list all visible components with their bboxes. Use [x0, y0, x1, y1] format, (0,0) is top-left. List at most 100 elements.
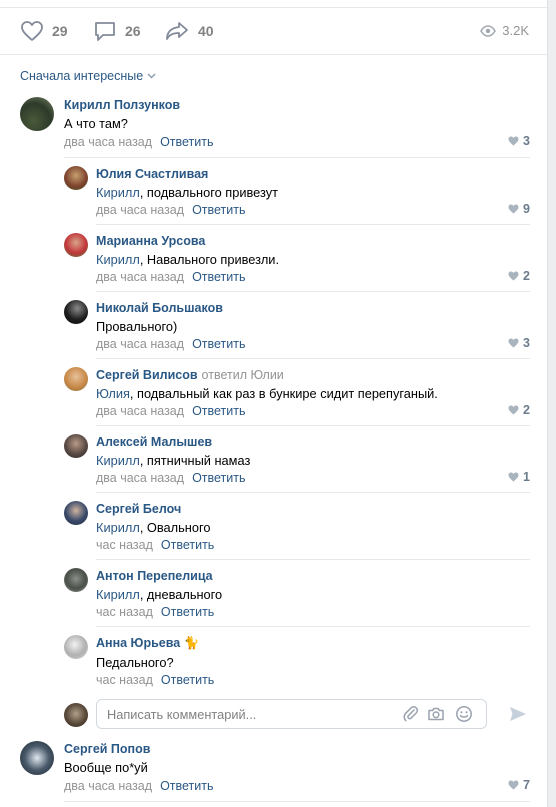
divider: [96, 425, 530, 426]
reply-button[interactable]: Ответить: [161, 605, 214, 619]
sort-label: Сначала интересные: [20, 69, 144, 83]
comment-time[interactable]: час назад: [96, 538, 153, 552]
comment-text: Кирилл, Овального: [96, 520, 211, 535]
comment-like-count: 1: [523, 470, 530, 484]
comment-meta: час назад Ответить: [96, 605, 214, 619]
comment-text: Кирилл, дневального: [96, 587, 223, 602]
comment-time[interactable]: час назад: [96, 605, 153, 619]
avatar[interactable]: [64, 501, 88, 525]
reply-button[interactable]: Ответить: [192, 337, 245, 351]
comment-like-count: 2: [523, 269, 530, 283]
comment-meta: два часа назад Ответить: [96, 337, 246, 351]
avatar[interactable]: [64, 300, 88, 324]
avatar[interactable]: [20, 97, 54, 131]
avatar[interactable]: [64, 635, 88, 659]
comment-author[interactable]: Юлия Счастливая: [96, 167, 208, 181]
comment-text: Вообще по*уй: [64, 760, 148, 775]
comment-meta: час назад Ответить: [96, 538, 214, 552]
comment-like-button[interactable]: 2: [508, 403, 530, 417]
comment-time[interactable]: два часа назад: [64, 135, 152, 149]
comment-text: А что там?: [64, 116, 128, 131]
share-icon: [166, 22, 188, 40]
reply-button[interactable]: Ответить: [192, 270, 245, 284]
reply-to-label[interactable]: ответил Юлии: [202, 368, 284, 382]
comment-like-button[interactable]: 1: [508, 470, 530, 484]
reply-button[interactable]: Ответить: [192, 471, 245, 485]
divider: [96, 626, 530, 627]
comment-like-button[interactable]: 3: [508, 134, 530, 148]
divider: [96, 224, 530, 225]
comment-like-count: 2: [523, 403, 530, 417]
sort-dropdown[interactable]: Сначала интересные: [20, 69, 156, 83]
camera-icon[interactable]: [427, 705, 445, 723]
comment-author[interactable]: Сергей Попов: [64, 742, 150, 756]
avatar[interactable]: [64, 434, 88, 458]
reply-button[interactable]: Ответить: [160, 779, 213, 793]
comment-author[interactable]: Антон Перепелица: [96, 569, 213, 583]
heart-icon: [21, 21, 43, 41]
comment-author[interactable]: Сергей Белоч: [96, 502, 181, 516]
comment-like-count: 7: [523, 778, 530, 792]
comment-time[interactable]: два часа назад: [96, 203, 184, 217]
reply-addressee[interactable]: Кирилл: [96, 453, 140, 468]
comment-meta: час назад Ответить: [96, 673, 214, 687]
comment-time[interactable]: два часа назад: [96, 337, 184, 351]
reply-button[interactable]: Ответить: [161, 673, 214, 687]
comment-meta: два часа назад Ответить: [96, 404, 246, 418]
comment-like-button[interactable]: 9: [508, 202, 530, 216]
comment-composer: Написать комментарий...: [64, 699, 530, 729]
avatar[interactable]: [64, 568, 88, 592]
comment-time[interactable]: два часа назад: [96, 404, 184, 418]
heart-icon: [508, 204, 519, 214]
comment-author[interactable]: Алексей Малышев: [96, 435, 212, 449]
reply-addressee[interactable]: Кирилл: [96, 185, 140, 200]
like-button[interactable]: 29: [20, 20, 68, 42]
comment-like-button[interactable]: 2: [508, 269, 530, 283]
emoji-smile-icon[interactable]: [455, 705, 473, 723]
avatar[interactable]: [20, 741, 54, 775]
comment-like-count: 9: [523, 202, 530, 216]
comment-input[interactable]: Написать комментарий...: [96, 699, 487, 729]
comment-like-button[interactable]: 7: [508, 778, 530, 792]
comment-like-count: 3: [523, 134, 530, 148]
reply-addressee[interactable]: Кирилл: [96, 520, 140, 535]
reply-button[interactable]: Ответить: [192, 203, 245, 217]
comment-author[interactable]: Марианна Урсова: [96, 234, 205, 248]
send-icon[interactable]: [508, 704, 528, 724]
comment-author[interactable]: Анна Юрьева 🐈: [96, 636, 199, 651]
comment-count: 26: [125, 23, 141, 39]
heart-icon: [508, 338, 519, 348]
comment-time[interactable]: два часа назад: [64, 779, 152, 793]
heart-icon: [508, 472, 519, 482]
comment-author[interactable]: Кирилл Ползунков: [64, 98, 180, 112]
comment-author[interactable]: Сергей Вилисов ответил Юлии: [96, 368, 284, 382]
reply-addressee[interactable]: Кирилл: [96, 252, 140, 267]
divider: [96, 559, 530, 560]
paperclip-icon[interactable]: [402, 705, 420, 723]
cat-emoji-icon: 🐈: [183, 636, 200, 650]
comment-like-button[interactable]: 3: [508, 336, 530, 350]
comment-time[interactable]: час назад: [96, 673, 153, 687]
reply-button[interactable]: Ответить: [161, 538, 214, 552]
comment-author[interactable]: Николай Большаков: [96, 301, 223, 315]
reply-addressee[interactable]: Юлия: [96, 386, 130, 401]
comment-meta: два часа назад Ответить: [96, 203, 246, 217]
reply-button[interactable]: Ответить: [192, 404, 245, 418]
comment-time[interactable]: два часа назад: [96, 471, 184, 485]
eye-icon: [480, 24, 497, 37]
comment-text: Кирилл, подвального привезут: [96, 185, 278, 200]
divider: [96, 291, 530, 292]
reply-button[interactable]: Ответить: [160, 135, 213, 149]
comment-time[interactable]: два часа назад: [96, 270, 184, 284]
reply-addressee[interactable]: Кирилл: [96, 587, 140, 602]
comment-text: Юлия, подвальный как раз в бункире сидит…: [96, 386, 438, 401]
comments-button[interactable]: 26: [93, 20, 141, 42]
share-button[interactable]: 40: [164, 20, 214, 42]
avatar[interactable]: [64, 233, 88, 257]
comment-text: Кирилл, пятничный намаз: [96, 453, 251, 468]
views-counter: 3.2K: [480, 23, 529, 38]
heart-icon: [508, 136, 519, 146]
divider: [64, 157, 530, 158]
avatar[interactable]: [64, 367, 88, 391]
avatar[interactable]: [64, 166, 88, 190]
